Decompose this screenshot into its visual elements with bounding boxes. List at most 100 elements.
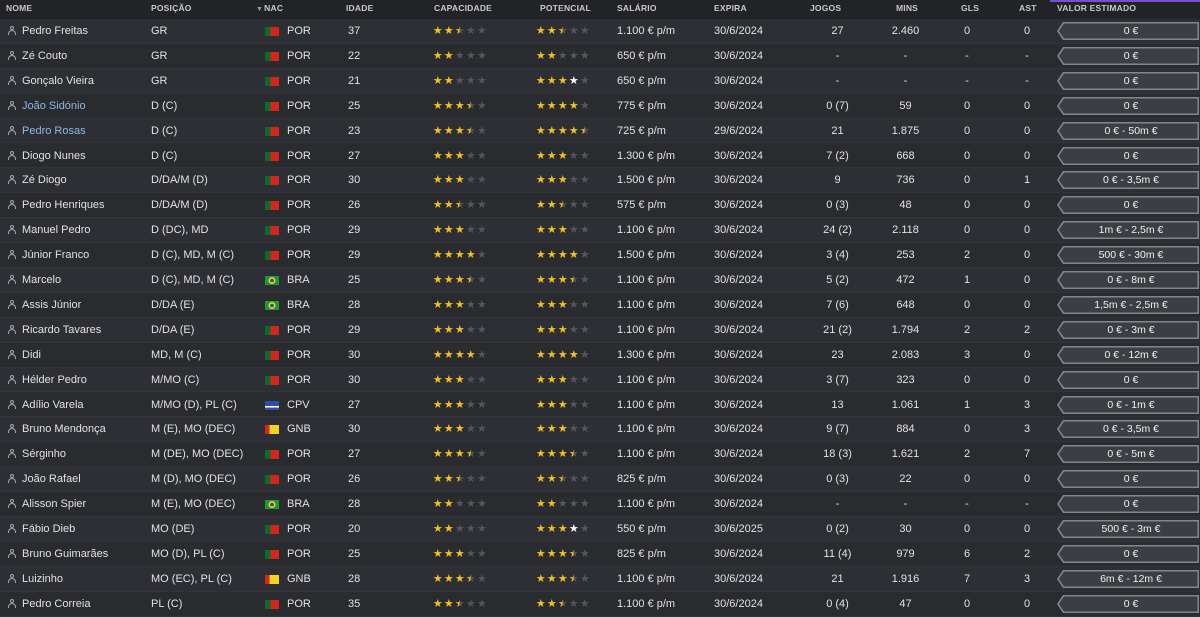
estimated-value-tag[interactable]: 0 € - 12m € [1057,345,1199,364]
player-name[interactable]: Didi [8,343,41,367]
player-name[interactable]: Pedro Rosas [8,119,86,143]
player-name[interactable]: Fábio Dieb [8,517,75,541]
player-name[interactable]: Marcelo [8,268,61,292]
player-minutes: 2.460 [891,25,920,37]
estimated-value-tag[interactable]: 0 € [1057,594,1199,613]
flag-icon [265,300,279,310]
table-row[interactable]: João Sidónio D (C) POR 25 ★ ★ ★ ★ ★ ★ ★ ★ ★ ★ 77… [0,93,1200,119]
table-row[interactable]: João Rafael M (D), MO (DEC) POR 26 ★ ★ ★ ★ ★… [0,467,1200,493]
player-name[interactable]: Assis Júnior [8,293,81,317]
table-row[interactable]: Pedro Freitas GR POR 37 ★ ★ ★ ★ ★ ★ ★ ★ ★ ★ 1.10… [0,19,1200,44]
table-row[interactable]: Pedro Correia PL (C) POR 35 ★ ★ ★ ★ ★ ★ ★ ★ ★ ★ … [0,591,1200,617]
player-name[interactable]: Zé Couto [8,44,67,68]
player-name[interactable]: Pedro Freitas [8,19,88,43]
player-name[interactable]: João Rafael [8,467,81,491]
column-header-wage[interactable]: SALÁRIO [617,0,657,19]
table-row[interactable]: Ricardo Tavares D/DA (E) POR 29 ★ ★ ★ ★ ★ ★ ★… [0,317,1200,343]
table-row[interactable]: Pedro Henriques D/DA/M (D) POR 26 ★ ★ ★ ★ ★ … [0,193,1200,219]
estimated-value-tag[interactable]: 0 € [1057,46,1199,65]
estimated-value-tag[interactable]: 0 € [1057,544,1199,563]
estimated-value-tag[interactable]: 0 € - 5m € [1057,445,1199,464]
estimated-value-tag[interactable]: 0 € - 50m € [1057,121,1199,140]
table-row[interactable]: Adílio Varela M/MO (D), PL (C) CPV 27 ★ ★… [0,392,1200,418]
player-age: 29 [348,249,361,262]
star-icon: ★ [568,373,579,386]
player-name[interactable]: Hélder Pedro [8,368,87,392]
column-header-estimated-value[interactable]: VALOR ESTIMADO [1057,0,1136,19]
player-name[interactable]: Adílio Varela [8,393,84,417]
table-row[interactable]: Manuel Pedro D (DC), MD POR 29 ★ ★ ★ ★ ★ ★ ★ ★… [0,218,1200,244]
estimated-value-tag[interactable]: 0 € - 8m € [1057,271,1199,289]
estimated-value-tag[interactable]: 0 € [1057,470,1199,489]
column-header-name[interactable]: NOME [6,0,32,19]
column-header-position[interactable]: POSIÇÃO [151,0,192,19]
estimated-value-tag[interactable]: 0 € [1057,196,1199,215]
table-row[interactable]: Didi MD, M (C) POR 30 ★ ★ ★ ★ ★ ★ ★ ★ ★ ★ 1.300 … [0,342,1200,368]
player-name[interactable]: Pedro Henriques [8,193,105,217]
player-name[interactable]: Bruno Mendonça [8,417,106,441]
column-header-minutes[interactable]: MINS [896,0,918,19]
table-row[interactable]: Marcelo D (C), MD, M (C) BRA 25 ★ ★ ★ ★ ★ ★ ★… [0,268,1200,293]
player-name[interactable]: Alisson Spier [8,492,86,516]
player-name[interactable]: Sérginho [8,442,66,466]
estimated-value-tag[interactable]: 1m € - 2,5m € [1057,221,1199,240]
table-row[interactable]: Fábio Dieb MO (DE) POR 20 ★ ★ ★ ★ ★ ★ ★ ★ ★ ★ 55… [0,517,1200,542]
star-icon: ★ [568,423,579,436]
estimated-value-tag[interactable]: 0 € [1057,370,1199,389]
estimated-value-tag[interactable]: 0 € [1057,71,1199,90]
estimated-value-tag[interactable]: 6m € - 12m € [1057,569,1199,588]
table-row[interactable]: Bruno Guimarães MO (D), PL (C) POR 25 ★ ★… [0,541,1200,567]
player-name[interactable]: Luizinho [8,567,63,591]
estimated-value-tag[interactable]: 0 € - 3,5m € [1057,420,1199,439]
table-row[interactable]: Pedro Rosas D (C) POR 23 ★ ★ ★ ★ ★ ★ ★ ★ ★ ★ 725… [0,118,1200,144]
player-name[interactable]: Diogo Nunes [8,144,86,168]
table-row[interactable]: Zé Diogo D/DA/M (D) POR 30 ★ ★ ★ ★ ★ ★ ★ ★ ★ ★ 1… [0,168,1200,194]
table-row[interactable]: Zé Couto GR POR 22 ★ ★ ★ ★ ★ ★ ★ ★ ★ ★ 650 € p/m… [0,43,1200,69]
estimated-value-tag[interactable]: 0 € - 3m € [1057,320,1199,339]
column-header-assists[interactable]: AST [1019,0,1037,19]
estimated-value-tag[interactable]: 500 € - 30m € [1057,246,1199,265]
table-row[interactable]: Alisson Spier M (E), MO (DEC) BRA 28 ★ ★ ★… [0,492,1200,517]
estimated-value-tag[interactable]: 0 € [1057,146,1199,165]
player-name[interactable]: Manuel Pedro [8,218,91,242]
estimated-value-text: 1m € - 2,5m € [1098,224,1164,237]
player-name[interactable]: Pedro Correia [8,592,90,616]
star-icon: ★ [443,572,454,585]
estimated-value-tag[interactable]: 0 € - 3,5m € [1057,171,1199,190]
column-header-potential[interactable]: POTENCIAL [540,0,591,19]
column-header-nationality[interactable]: ▼NAC [256,0,283,19]
table-row[interactable]: Sérginho M (DE), MO (DEC) POR 27 ★ ★ ★ ★ ★ ★… [0,442,1200,468]
player-name[interactable]: Ricardo Tavares [8,318,101,342]
star-icon: ★ [443,373,454,386]
estimated-value-tag[interactable]: 0 € [1057,96,1199,115]
triangle-down-icon: ▼ [256,6,264,13]
star-icon: ★ [557,592,568,616]
player-assists: 0 [1023,473,1031,486]
estimated-value-tag[interactable]: 500 € - 3m € [1057,520,1199,538]
column-header-age[interactable]: IDADE [346,0,373,19]
column-header-games[interactable]: JOGOS [810,0,841,19]
star-icon: ★ [568,149,579,162]
estimated-value-tag[interactable]: 0 € [1057,495,1199,514]
player-minutes: 648 [896,298,915,311]
player-minutes: 1.621 [891,448,920,461]
table-row[interactable]: Júnior Franco D (C), MD, M (C) POR 29 ★ ★… [0,243,1200,268]
player-name[interactable]: João Sidónio [8,94,86,118]
player-name[interactable]: Bruno Guimarães [8,542,108,566]
player-name[interactable]: Zé Diogo [8,168,67,192]
player-name[interactable]: Júnior Franco [8,243,89,267]
column-header-expires[interactable]: EXPIRA [714,0,747,19]
estimated-value-tag[interactable]: 0 € [1057,22,1199,40]
player-name[interactable]: Gonçalo Vieira [8,69,94,93]
table-row[interactable]: Luizinho MO (EC), PL (C) GNB 28 ★ ★ ★ ★ ★ ★ ★… [0,566,1200,592]
column-header-ability[interactable]: CAPACIDADE [434,0,492,19]
table-row[interactable]: Gonçalo Vieira GR POR 21 ★ ★ ★ ★ ★ ★ ★ ★ ★ ★ 650… [0,68,1200,94]
table-row[interactable]: Assis Júnior D/DA (E) BRA 28 ★ ★ ★ ★ ★ ★ ★ ★ ★ ★… [0,292,1200,318]
table-row[interactable]: Diogo Nunes D (C) POR 27 ★ ★ ★ ★ ★ ★ ★ ★ ★ ★ 1.3… [0,143,1200,169]
column-header-goals[interactable]: GLS [961,0,979,19]
table-row[interactable]: Bruno Mendonça M (E), MO (DEC) GNB 30 ★ ★… [0,417,1200,443]
estimated-value-tag[interactable]: 1,5m € - 2,5m € [1057,295,1199,314]
star-icon: ★ [579,572,590,585]
estimated-value-tag[interactable]: 0 € - 1m € [1057,395,1199,414]
table-row[interactable]: Hélder Pedro M/MO (C) POR 30 ★ ★ ★ ★ ★ ★ ★ ★ ★ ★… [0,367,1200,393]
